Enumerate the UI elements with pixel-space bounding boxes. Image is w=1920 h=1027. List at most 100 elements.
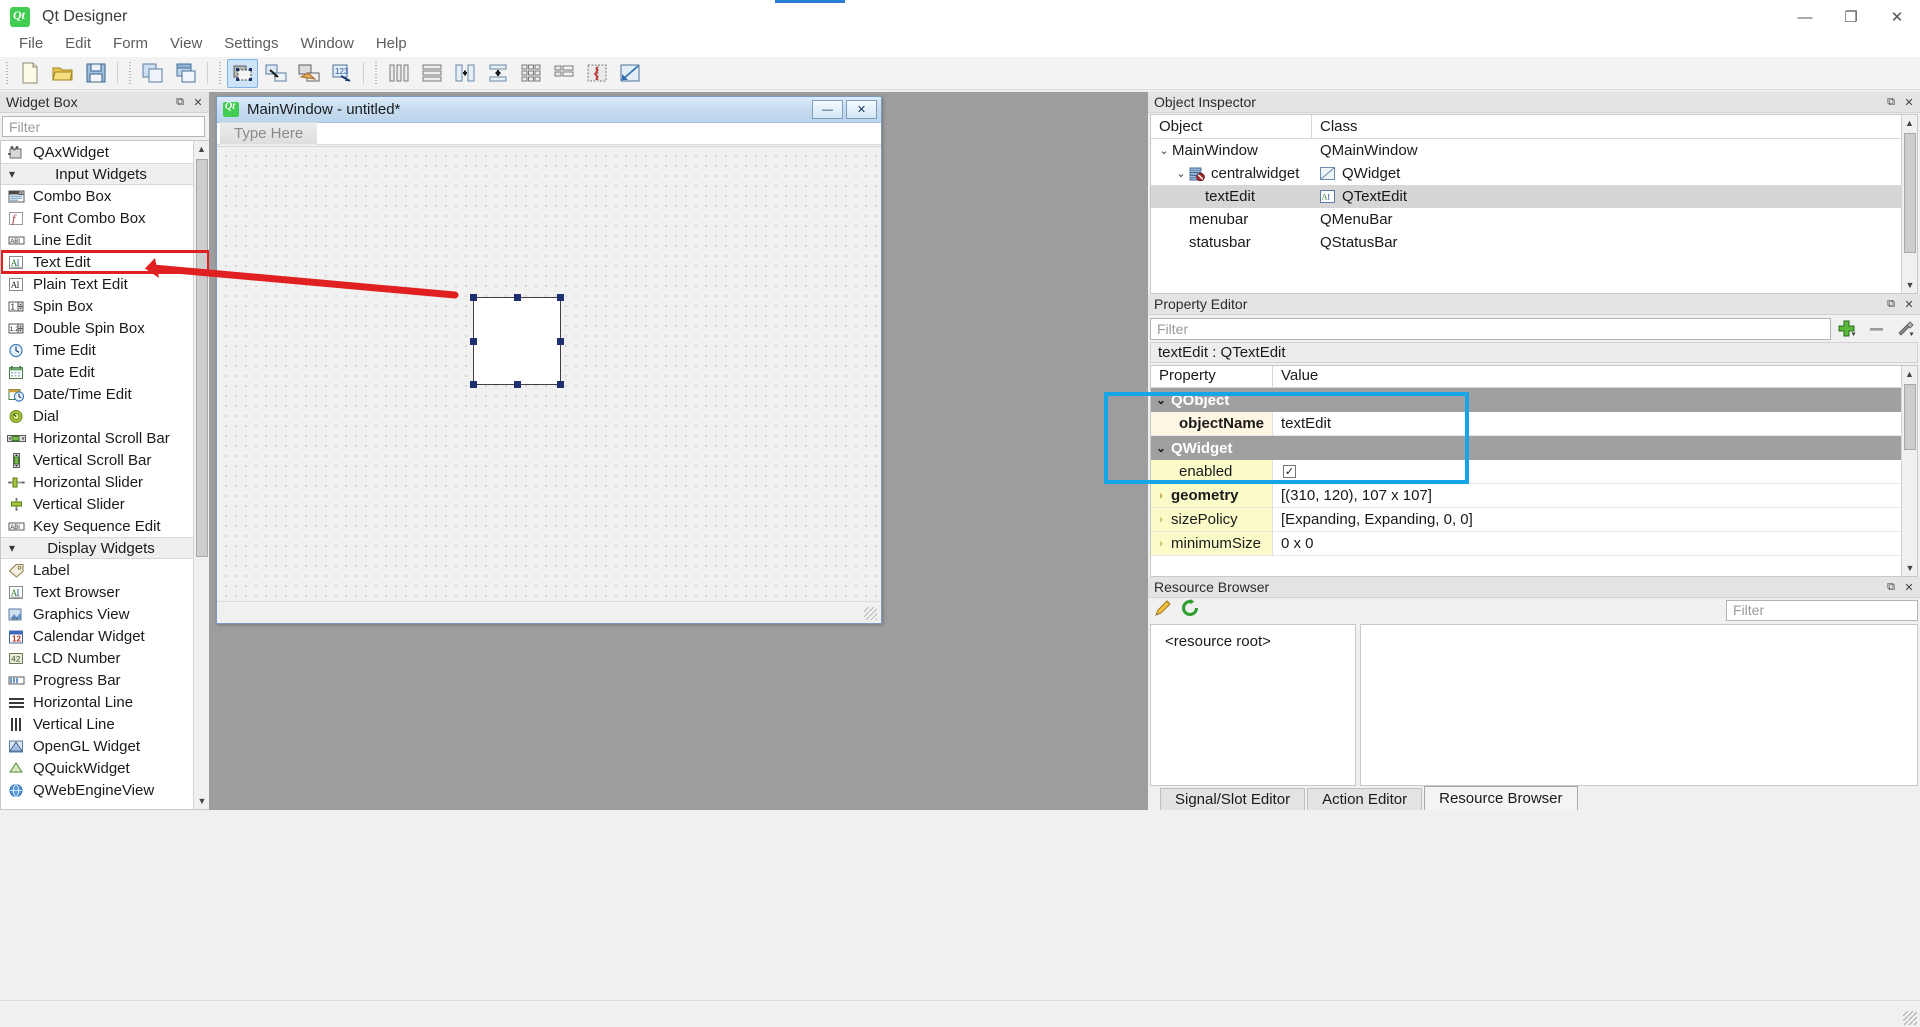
widget-item-graphics-view[interactable]: abc Graphics View (1, 603, 209, 625)
menu-edit[interactable]: Edit (54, 32, 102, 55)
resource-filter-input[interactable]: Filter (1726, 599, 1918, 621)
main-window-form[interactable]: MainWindow - untitled* — ✕ Type Here (216, 96, 882, 624)
tab-resource-browser[interactable]: Resource Browser (1424, 786, 1578, 810)
object-inspector-scrollbar[interactable]: ▲ ▼ (1901, 115, 1917, 293)
remove-dynamic-property-button[interactable] (1863, 318, 1889, 340)
widget-item-calendar-widget[interactable]: 12 Calendar Widget (1, 625, 209, 647)
widget-item-vertical-slider[interactable]: Vertical Slider (1, 493, 209, 515)
property-value[interactable]: 0 x 0 (1273, 532, 1917, 556)
new-form-button[interactable] (14, 59, 45, 88)
property-row-sizepolicy[interactable]: › sizePolicy [Expanding, Expanding, 0, 0… (1151, 508, 1917, 532)
widget-item-horizontal-slider[interactable]: Horizontal Slider (1, 471, 209, 493)
widget-item-label[interactable]: Label (1, 559, 209, 581)
resource-browser-float-button[interactable]: ⧉ (1884, 580, 1898, 594)
layout-vertically-button[interactable] (416, 59, 447, 88)
menu-view[interactable]: View (159, 32, 213, 55)
layout-splitter-horizontal-button[interactable] (449, 59, 480, 88)
table-row[interactable]: statusbar QStatusBar (1151, 231, 1917, 254)
break-layout-button[interactable] (581, 59, 612, 88)
adjust-size-button[interactable] (614, 59, 645, 88)
close-button[interactable]: ✕ (1874, 0, 1920, 34)
add-dynamic-property-button[interactable] (1834, 318, 1860, 340)
form-workspace[interactable]: MainWindow - untitled* — ✕ Type Here (209, 92, 1148, 810)
object-inspector-tree[interactable]: Object Class ⌄ MainWindow QMainWindow ⌄ (1150, 114, 1918, 294)
property-name-cell[interactable]: › sizePolicy (1151, 508, 1273, 532)
tab-signal-slot-editor[interactable]: Signal/Slot Editor (1160, 788, 1306, 810)
property-name-cell[interactable]: › minimumSize (1151, 532, 1273, 556)
form-canvas[interactable] (217, 146, 881, 601)
window-size-grip[interactable] (1903, 1011, 1917, 1025)
property-group-qobject[interactable]: ⌄ QObject (1151, 388, 1917, 412)
layout-grid-button[interactable] (515, 59, 546, 88)
widget-item-horizontal-scroll-bar[interactable]: Horizontal Scroll Bar (1, 427, 209, 449)
edit-signals-slots-button[interactable] (260, 59, 291, 88)
scroll-up-icon[interactable]: ▲ (194, 141, 209, 157)
widget-item-date-edit[interactable]: Date Edit (1, 361, 209, 383)
toolbar-drag-handle[interactable] (4, 62, 10, 84)
open-form-button[interactable] (47, 59, 78, 88)
widget-group-display-widgets[interactable]: ▾ Display Widgets (1, 537, 209, 559)
widget-group-input-widgets[interactable]: ▾ Input Widgets (1, 163, 209, 185)
object-inspector-scroll-thumb[interactable] (1904, 133, 1916, 253)
property-editor-close-button[interactable]: ✕ (1902, 297, 1916, 311)
property-editor-scrollbar[interactable]: ▲ ▼ (1901, 366, 1917, 576)
tab-action-editor[interactable]: Action Editor (1307, 788, 1423, 810)
widget-item-qquickwidget[interactable]: QQuickWidget (1, 757, 209, 779)
menu-type-here-placeholder[interactable]: Type Here (220, 122, 318, 145)
widget-item-horizontal-line[interactable]: Horizontal Line (1, 691, 209, 713)
layout-form-button[interactable] (548, 59, 579, 88)
property-editor-scroll-thumb[interactable] (1904, 384, 1916, 450)
layout-horizontally-button[interactable] (383, 59, 414, 88)
property-row-enabled[interactable]: enabled ✓ (1151, 460, 1917, 484)
widget-item-qwebengineview[interactable]: QWebEngineView (1, 779, 209, 801)
widget-item-double-spin-box[interactable]: 1.2 Double Spin Box (1, 317, 209, 339)
widget-box-list[interactable]: QAxWidget ▾ Input Widgets Combo Box f Fo… (0, 140, 209, 810)
widget-item-vertical-scroll-bar[interactable]: Vertical Scroll Bar (1, 449, 209, 471)
undo-button[interactable] (137, 59, 168, 88)
redo-button[interactable] (170, 59, 201, 88)
chevron-down-icon[interactable]: ⌄ (1173, 167, 1189, 180)
chevron-down-icon[interactable]: ⌄ (1156, 144, 1172, 157)
widget-item-time-edit[interactable]: Time Edit (1, 339, 209, 361)
property-row-minimumsize[interactable]: › minimumSize 0 x 0 (1151, 532, 1917, 556)
widget-box-float-button[interactable]: ⧉ (173, 95, 187, 109)
column-header-property[interactable]: Property (1151, 366, 1273, 387)
widget-item-opengl-widget[interactable]: OpenGL Widget (1, 735, 209, 757)
widget-box-close-button[interactable]: ✕ (191, 95, 205, 109)
property-editor-float-button[interactable]: ⧉ (1884, 297, 1898, 311)
chevron-down-icon[interactable]: ⌄ (1151, 441, 1171, 455)
reload-resources-button[interactable] (1181, 599, 1200, 621)
scroll-up-icon[interactable]: ▲ (1902, 366, 1917, 382)
widget-item-plain-text-edit[interactable]: AI Plain Text Edit (1, 273, 209, 295)
chevron-right-icon[interactable]: › (1151, 490, 1171, 502)
property-value[interactable]: [(310, 120), 107 x 107] (1273, 484, 1917, 508)
menu-help[interactable]: Help (365, 32, 418, 55)
form-menu-bar[interactable]: Type Here (217, 122, 881, 145)
widget-item-line-edit[interactable]: ABI Line Edit (1, 229, 209, 251)
widget-box-filter-input[interactable]: Filter (2, 116, 205, 137)
object-inspector-float-button[interactable]: ⧉ (1884, 95, 1898, 109)
menu-settings[interactable]: Settings (213, 32, 289, 55)
widget-item-progress-bar[interactable]: Progress Bar (1, 669, 209, 691)
property-value[interactable]: textEdit (1273, 412, 1917, 436)
property-name-cell[interactable]: › geometry (1151, 484, 1273, 508)
chevron-right-icon[interactable]: › (1151, 538, 1171, 550)
menu-form[interactable]: Form (102, 32, 159, 55)
form-size-grip[interactable] (864, 607, 877, 620)
scroll-down-icon[interactable]: ▼ (1902, 560, 1917, 576)
property-value-cell[interactable]: ✓ (1273, 460, 1917, 484)
save-form-button[interactable] (80, 59, 111, 88)
resource-tree[interactable]: <resource root> (1150, 624, 1356, 786)
configure-property-editor-button[interactable] (1892, 318, 1918, 340)
minimize-button[interactable]: — (1782, 0, 1828, 34)
widget-item-text-browser[interactable]: AI Text Browser (1, 581, 209, 603)
column-header-class[interactable]: Class (1312, 115, 1917, 138)
table-row[interactable]: ⌄ MainWindow QMainWindow (1151, 139, 1917, 162)
selected-textedit-widget[interactable] (473, 297, 561, 385)
resource-preview-pane[interactable] (1360, 624, 1918, 786)
widget-item-qaxwidget[interactable]: QAxWidget (1, 141, 209, 163)
resource-browser-close-button[interactable]: ✕ (1902, 580, 1916, 594)
object-inspector-close-button[interactable]: ✕ (1902, 95, 1916, 109)
property-filter-input[interactable]: Filter (1150, 318, 1831, 340)
widget-box-scroll-thumb[interactable] (196, 159, 208, 557)
